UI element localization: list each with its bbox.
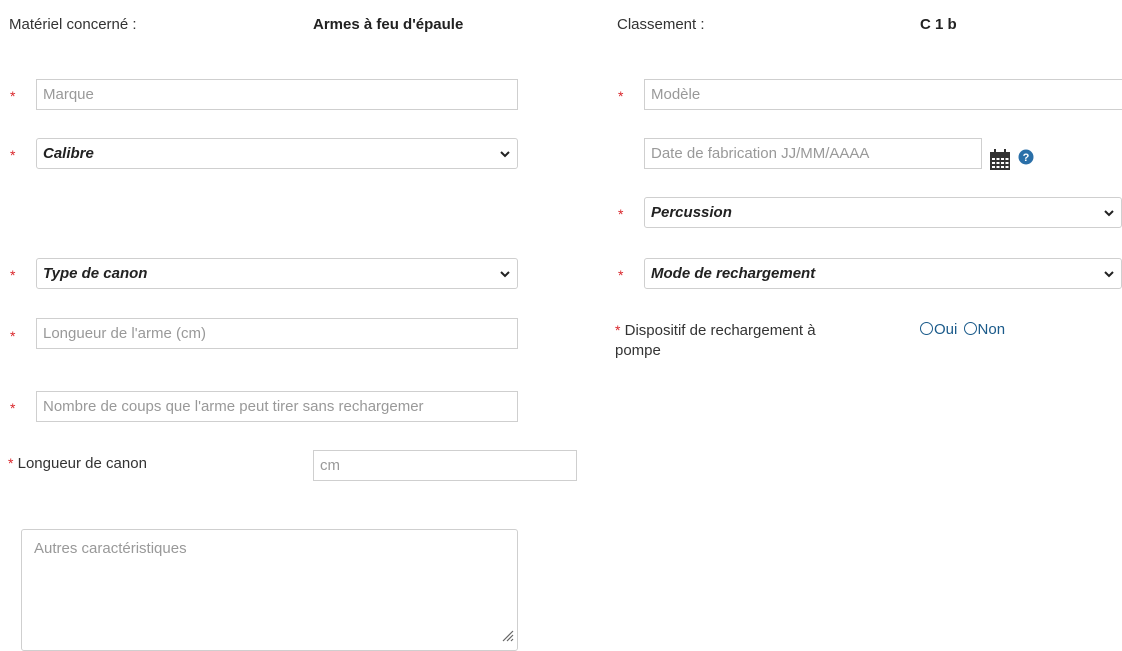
required-marker: * <box>10 400 16 416</box>
dispositif-label: * Dispositif de rechargement à pompe <box>615 320 816 361</box>
radio-non-button[interactable] <box>963 322 977 335</box>
percussion-select[interactable]: Percussion <box>644 197 1122 228</box>
dispositif-radio-group: Oui Non <box>920 320 1005 340</box>
radio-non-label[interactable]: Non <box>978 321 1006 338</box>
radio-oui[interactable]: Oui <box>920 321 957 338</box>
help-icon[interactable]: ? <box>1018 149 1034 165</box>
radio-non[interactable]: Non <box>963 321 1006 338</box>
required-marker: * <box>618 267 624 283</box>
required-marker: * <box>10 267 16 283</box>
mode-rechargement-selected-value: Mode de rechargement <box>651 265 816 282</box>
percussion-selected-value: Percussion <box>651 204 732 221</box>
dispositif-label-line1: Dispositif de rechargement à <box>624 322 816 339</box>
radio-oui-button[interactable] <box>920 322 933 335</box>
required-marker: * <box>618 206 624 222</box>
required-marker: * <box>618 88 624 104</box>
longueur-arme-input[interactable]: Longueur de l'arme (cm) <box>36 318 518 349</box>
autres-caracteristiques-textarea[interactable]: Autres caractéristiques <box>21 529 518 651</box>
materiel-value: Armes à feu d'épaule <box>313 16 464 33</box>
chevron-down-icon <box>1104 270 1114 277</box>
classement-value: C 1 b <box>920 16 957 33</box>
calendar-icon[interactable] <box>988 148 1012 172</box>
svg-text:?: ? <box>1023 152 1030 164</box>
modele-input[interactable]: Modèle <box>644 79 1122 110</box>
materiel-label: Matériel concerné : <box>9 16 137 33</box>
calibre-select[interactable]: Calibre <box>36 138 518 169</box>
nombre-coups-input[interactable]: Nombre de coups que l'arme peut tirer sa… <box>36 391 518 422</box>
chevron-down-icon <box>1104 209 1114 216</box>
resize-handle-icon[interactable] <box>500 628 514 642</box>
required-marker: * <box>615 322 621 338</box>
mode-rechargement-select[interactable]: Mode de rechargement <box>644 258 1122 289</box>
chevron-down-icon <box>500 270 510 277</box>
required-marker: * <box>10 147 16 163</box>
longueur-canon-input[interactable]: cm <box>313 450 577 481</box>
classement-label: Classement : <box>617 16 705 33</box>
type-canon-selected-value: Type de canon <box>43 265 148 282</box>
autres-caracteristiques-placeholder: Autres caractéristiques <box>34 540 187 557</box>
longueur-canon-label-text: Longueur de canon <box>17 455 147 472</box>
required-marker: * <box>10 328 16 344</box>
chevron-down-icon <box>500 150 510 157</box>
radio-oui-label[interactable]: Oui <box>934 321 957 338</box>
marque-input[interactable]: Marque <box>36 79 518 110</box>
required-marker: * <box>10 88 16 104</box>
dispositif-label-line2: pompe <box>615 342 661 359</box>
type-canon-select[interactable]: Type de canon <box>36 258 518 289</box>
date-fabrication-input[interactable]: Date de fabrication JJ/MM/AAAA <box>644 138 982 169</box>
required-marker: * <box>8 455 14 471</box>
calibre-selected-value: Calibre <box>43 145 94 162</box>
longueur-canon-label: * Longueur de canon <box>8 455 147 472</box>
